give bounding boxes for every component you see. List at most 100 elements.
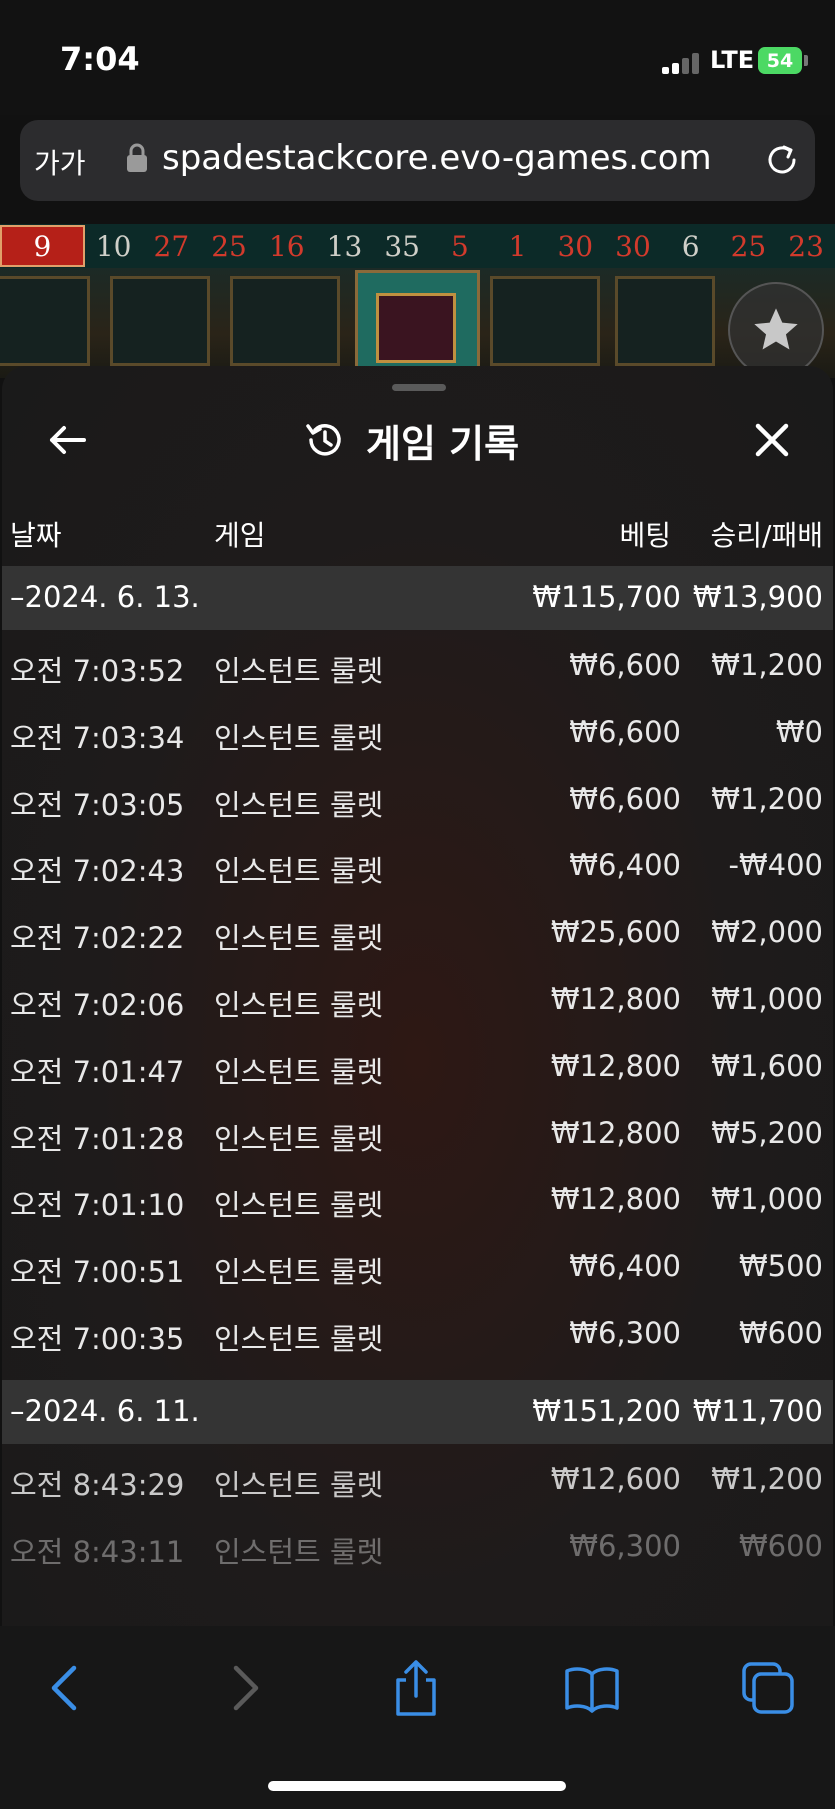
row-game: 인스턴트 룰렛 xyxy=(214,988,384,1022)
row-time: 오전 7:01:47 xyxy=(10,1054,185,1089)
roulette-result-number: 27 xyxy=(153,229,190,263)
row-win-loss: ₩1,200 xyxy=(711,781,823,816)
row-bet: ₩12,800 xyxy=(550,1115,681,1150)
back-icon[interactable] xyxy=(36,1658,96,1718)
row-game: 인스턴트 룰렛 xyxy=(214,1054,384,1089)
sheet-drag-handle[interactable] xyxy=(392,384,446,391)
row-time: 오전 7:01:28 xyxy=(10,1121,185,1156)
forward-icon[interactable] xyxy=(214,1658,274,1718)
column-header-game: 게임 xyxy=(214,519,266,552)
date-group-header[interactable]: –2024. 6. 11. ₩151,200 ₩11,700 xyxy=(2,1380,833,1444)
row-win-loss: -₩400 xyxy=(728,848,824,883)
row-win-loss: ₩2,000 xyxy=(711,915,823,950)
row-win-loss: ₩600 xyxy=(738,1316,823,1350)
row-win-loss: ₩5,200 xyxy=(711,1115,823,1150)
row-bet: ₩12,800 xyxy=(550,982,681,1016)
table-row[interactable]: 오전 7:01:10 인스턴트 룰렛 ₩12,800 ₩1,000 xyxy=(2,1166,833,1232)
row-win-loss: ₩1,200 xyxy=(711,648,823,682)
favorite-button[interactable] xyxy=(728,282,824,378)
column-header-win-loss: 승리/패배 xyxy=(710,519,823,552)
star-icon xyxy=(754,308,798,350)
row-bet: ₩25,600 xyxy=(550,915,681,950)
row-win-loss: ₩500 xyxy=(738,1249,823,1284)
share-icon[interactable] xyxy=(386,1658,446,1718)
back-arrow-icon[interactable] xyxy=(44,418,88,462)
row-time: 오전 7:03:05 xyxy=(10,787,185,822)
reload-icon[interactable] xyxy=(760,138,804,182)
row-game: 인스턴트 룰렛 xyxy=(214,854,384,889)
roulette-result-number: 1 xyxy=(508,229,527,263)
group-date: –2024. 6. 11. xyxy=(10,1394,200,1428)
roulette-result-number: 10 xyxy=(95,229,132,263)
table-row[interactable]: 오전 7:03:34 인스턴트 룰렛 ₩6,600 ₩0 xyxy=(2,699,833,765)
table-row[interactable]: 오전 7:01:47 인스턴트 룰렛 ₩12,800 ₩1,600 xyxy=(2,1033,833,1099)
roulette-result-number: 23 xyxy=(788,229,824,263)
address-bar[interactable]: 가가 spadestackcore.evo-games.com xyxy=(20,120,815,201)
table-row[interactable]: 오전 8:43:29 인스턴트 룰렛 ₩12,600 ₩1,200 xyxy=(2,1446,833,1512)
url-text[interactable]: spadestackcore.evo-games.com xyxy=(162,138,712,178)
row-bet: ₩12,800 xyxy=(550,1182,681,1217)
painting xyxy=(355,270,480,378)
group-win-total: ₩11,700 xyxy=(692,1394,823,1428)
sheet-title: 게임 기록 xyxy=(366,421,520,466)
table-row[interactable]: 오전 7:02:06 인스턴트 룰렛 ₩12,800 ₩1,000 xyxy=(2,966,833,1032)
roulette-result-number: 25 xyxy=(730,229,767,263)
row-win-loss: ₩1,000 xyxy=(711,982,823,1016)
row-time: 오전 7:02:06 xyxy=(10,988,185,1022)
row-game: 인스턴트 룰렛 xyxy=(214,1255,384,1290)
row-bet: ₩6,400 xyxy=(569,1249,681,1284)
row-bet: ₩6,300 xyxy=(569,1528,681,1563)
row-time: 오전 7:03:52 xyxy=(10,654,185,688)
battery-tip xyxy=(804,55,808,66)
table-row[interactable]: 오전 7:02:22 인스턴트 룰렛 ₩25,600 ₩2,000 xyxy=(2,899,833,965)
battery-level: 54 xyxy=(766,49,794,72)
row-game: 인스턴트 룰렛 xyxy=(214,1468,384,1502)
network-type: LTE xyxy=(710,46,755,74)
row-game: 인스턴트 룰렛 xyxy=(214,654,384,688)
row-game: 인스턴트 룰렛 xyxy=(214,720,384,755)
group-bet-total: ₩151,200 xyxy=(532,1394,681,1428)
row-time: 오전 8:43:29 xyxy=(10,1468,185,1502)
row-win-loss: ₩1,000 xyxy=(711,1182,823,1217)
row-win-loss: ₩0 xyxy=(775,714,823,749)
row-win-loss: ₩1,200 xyxy=(711,1462,823,1496)
table-row[interactable]: 오전 7:00:35 인스턴트 룰렛 ₩6,300 ₩600 xyxy=(2,1300,833,1366)
row-game: 인스턴트 룰렛 xyxy=(214,1121,384,1156)
group-date: –2024. 6. 13. xyxy=(10,580,200,614)
close-icon[interactable] xyxy=(750,418,794,462)
roulette-result-number: 30 xyxy=(557,229,594,263)
sheet-header: 게임 기록 xyxy=(302,410,519,470)
table-row[interactable]: 오전 7:03:52 인스턴트 룰렛 ₩6,600 ₩1,200 xyxy=(2,632,833,698)
row-game: 인스턴트 룰렛 xyxy=(214,921,384,956)
cellular-signal-icon xyxy=(662,52,702,74)
table-row[interactable]: 오전 7:02:43 인스턴트 룰렛 ₩6,400 -₩400 xyxy=(2,832,833,898)
column-header-bet: 베팅 xyxy=(619,519,671,552)
lock-icon xyxy=(127,143,147,172)
tabs-icon[interactable] xyxy=(738,1658,798,1718)
row-time: 오전 7:02:22 xyxy=(10,921,185,956)
table-row[interactable]: 오전 7:01:28 인스턴트 룰렛 ₩12,800 ₩5,200 xyxy=(2,1100,833,1166)
row-bet: ₩6,300 xyxy=(569,1316,681,1350)
row-time: 오전 7:00:35 xyxy=(10,1322,185,1356)
row-time: 오전 7:01:10 xyxy=(10,1188,185,1223)
table-row[interactable]: 오전 7:03:05 인스턴트 룰렛 ₩6,600 ₩1,200 xyxy=(2,766,833,832)
history-icon xyxy=(306,424,341,456)
table-row[interactable]: 오전 7:00:51 인스턴트 룰렛 ₩6,400 ₩500 xyxy=(2,1233,833,1299)
row-game: 인스턴트 룰렛 xyxy=(214,787,384,822)
row-time: 오전 7:00:51 xyxy=(10,1255,185,1290)
date-group-header[interactable]: –2024. 6. 13. ₩115,700 ₩13,900 xyxy=(2,566,833,630)
group-win-total: ₩13,900 xyxy=(692,580,823,614)
bookmarks-icon[interactable] xyxy=(562,1658,622,1718)
game-history-sheet: 게임 기록 날짜 게임 베팅 승리/패배 –2024. 6. 13. ₩115,… xyxy=(2,366,833,1626)
row-time: 오전 7:02:43 xyxy=(10,854,185,889)
row-win-loss: ₩1,600 xyxy=(711,1048,823,1083)
row-game: 인스턴트 룰렛 xyxy=(214,1322,384,1356)
row-bet: ₩6,600 xyxy=(569,648,681,682)
row-bet: ₩6,600 xyxy=(569,781,681,816)
roulette-result-number: 35 xyxy=(384,229,420,263)
row-bet: ₩12,600 xyxy=(550,1462,681,1496)
text-size-button[interactable]: 가가 xyxy=(34,142,86,182)
row-win-loss: ₩600 xyxy=(738,1528,823,1563)
roulette-result-number: 9 xyxy=(0,225,85,267)
roulette-result-number: 16 xyxy=(268,229,305,263)
